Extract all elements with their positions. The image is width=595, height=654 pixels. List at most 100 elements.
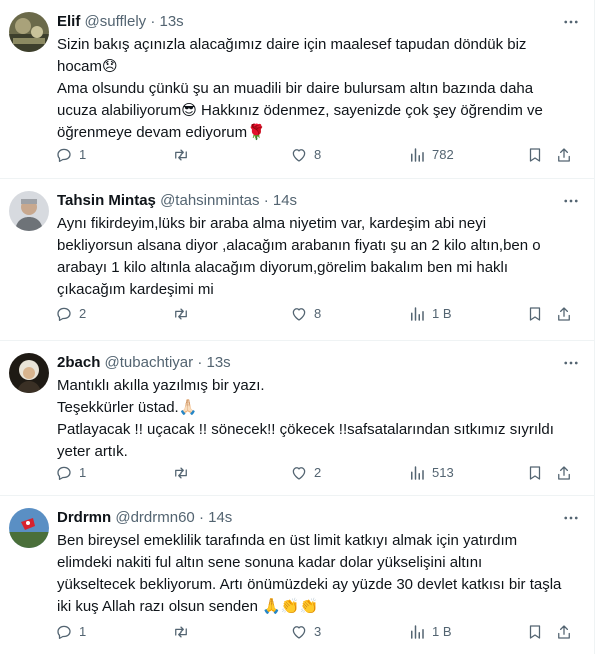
view-count: 1 B (432, 306, 452, 321)
reply-icon (57, 466, 71, 481)
user-handle[interactable]: @sufflely (85, 13, 147, 30)
tweet-line: Aynı fikirdeyim,lüks bir araba alma niye… (57, 215, 541, 298)
more-dots-icon[interactable] (561, 353, 581, 373)
reply-count: 2 (79, 306, 87, 321)
share-icon (558, 307, 570, 321)
tweet-text: Sizin bakış açınızla alacağımız daire iç… (57, 34, 562, 144)
reply-button[interactable]: 1 (55, 621, 86, 643)
like-count: 8 (314, 147, 322, 162)
like-count: 3 (314, 624, 322, 639)
tweet-time[interactable]: 14s (273, 192, 297, 209)
tweet-text: Mantıklı akılla yazılmış bir yazı. Teşek… (57, 375, 562, 463)
bookmark-button[interactable] (526, 144, 550, 166)
reply-button[interactable]: 1 (55, 462, 86, 484)
heart-icon (292, 467, 306, 480)
user-handle[interactable]: @tahsinmintas (160, 192, 259, 209)
tweet-text: Ben bireysel emeklilik tarafında en üst … (57, 530, 562, 618)
avatar[interactable] (9, 353, 49, 393)
separator-dot: · (197, 354, 203, 371)
separator-dot: · (263, 192, 269, 209)
bookmark-button[interactable] (526, 621, 550, 643)
tweet-header: Elif @sufflely · 13s (57, 12, 555, 32)
like-count: 8 (314, 306, 322, 321)
reply-count: 1 (79, 465, 87, 480)
avatar[interactable] (9, 12, 49, 52)
views-button[interactable]: 1 B (408, 621, 452, 643)
avatar-image-icon (9, 508, 49, 548)
tweet-line: Teşekkürler üstad.🙏🏻 (57, 399, 198, 416)
display-name[interactable]: Elif (57, 13, 80, 30)
retweet-button[interactable] (172, 621, 196, 643)
bookmark-icon (529, 307, 541, 321)
bookmark-icon (529, 625, 541, 639)
avatar[interactable] (9, 508, 49, 548)
more-dots-icon[interactable] (561, 508, 581, 528)
tweet-article[interactable]: Elif @sufflely · 13s Sizin bakış açınızl… (0, 0, 595, 179)
display-name[interactable]: Drdrmn (57, 509, 111, 526)
view-count: 513 (432, 465, 454, 480)
reply-button[interactable]: 2 (55, 303, 86, 325)
tweet-line: Ama olsundu çünkü şu an muadili bir dair… (57, 80, 543, 141)
avatar-image-icon (9, 191, 49, 231)
avatar[interactable] (9, 191, 49, 231)
tweet-time[interactable]: 14s (208, 509, 232, 526)
tweet-article[interactable]: 2bach @tubachtiyar · 13s Mantıklı akılla… (0, 341, 595, 496)
share-button[interactable] (555, 303, 579, 325)
tweet-time[interactable]: 13s (160, 13, 184, 30)
retweet-icon (175, 149, 187, 161)
like-button[interactable]: 2 (290, 462, 321, 484)
retweet-icon (175, 467, 187, 479)
reply-icon (57, 307, 71, 322)
tweet-text: Aynı fikirdeyim,lüks bir araba alma niye… (57, 213, 562, 301)
avatar-image-icon (9, 12, 49, 52)
tweet-article[interactable]: Tahsin Mintaş @tahsinmintas · 14s Aynı f… (0, 179, 595, 341)
more-dots-icon[interactable] (561, 12, 581, 32)
tweet-actions: 1 8 782 (52, 144, 582, 166)
tweet-article[interactable]: Drdrmn @drdrmn60 · 14s Ben bireysel emek… (0, 496, 595, 654)
tweet-header: 2bach @tubachtiyar · 13s (57, 353, 555, 373)
view-count: 782 (432, 147, 454, 162)
reply-button[interactable]: 1 (55, 144, 86, 166)
display-name[interactable]: Tahsin Mintaş (57, 192, 156, 209)
views-chart-icon (411, 625, 424, 639)
like-button[interactable]: 8 (290, 144, 321, 166)
tweet-actions: 1 3 1 B (52, 621, 582, 643)
heart-icon (292, 626, 306, 639)
views-button[interactable]: 513 (408, 462, 454, 484)
like-button[interactable]: 3 (290, 621, 321, 643)
views-button[interactable]: 782 (408, 144, 454, 166)
tweet-header: Drdrmn @drdrmn60 · 14s (57, 508, 555, 528)
views-chart-icon (411, 307, 424, 321)
reply-count: 1 (79, 147, 87, 162)
bookmark-icon (529, 148, 541, 162)
user-handle[interactable]: @tubachtiyar (105, 354, 194, 371)
views-button[interactable]: 1 B (408, 303, 452, 325)
bookmark-button[interactable] (526, 462, 550, 484)
retweet-button[interactable] (172, 303, 196, 325)
bookmark-icon (529, 466, 541, 480)
share-button[interactable] (555, 144, 579, 166)
view-count: 1 B (432, 624, 452, 639)
tweet-line: Patlayacak !! uçacak !! sönecek!! çökece… (57, 421, 554, 460)
share-button[interactable] (555, 621, 579, 643)
display-name[interactable]: 2bach (57, 354, 100, 371)
user-handle[interactable]: @drdrmn60 (115, 509, 194, 526)
tweet-time[interactable]: 13s (206, 354, 230, 371)
like-count: 2 (314, 465, 322, 480)
separator-dot: · (150, 13, 156, 30)
tweet-line: Ben bireysel emeklilik tarafında en üst … (57, 532, 562, 615)
bookmark-button[interactable] (526, 303, 550, 325)
timeline-feed: Elif @sufflely · 13s Sizin bakış açınızl… (0, 0, 595, 654)
retweet-icon (175, 308, 187, 320)
tweet-actions: 1 2 513 (52, 462, 582, 484)
retweet-button[interactable] (172, 144, 196, 166)
more-dots-icon[interactable] (561, 191, 581, 211)
heart-icon (292, 308, 306, 321)
tweet-line: Sizin bakış açınızla alacağımız daire iç… (57, 36, 527, 75)
share-button[interactable] (555, 462, 579, 484)
like-button[interactable]: 8 (290, 303, 321, 325)
views-chart-icon (411, 466, 424, 480)
retweet-button[interactable] (172, 462, 196, 484)
retweet-icon (175, 626, 187, 638)
separator-dot: · (198, 509, 204, 526)
